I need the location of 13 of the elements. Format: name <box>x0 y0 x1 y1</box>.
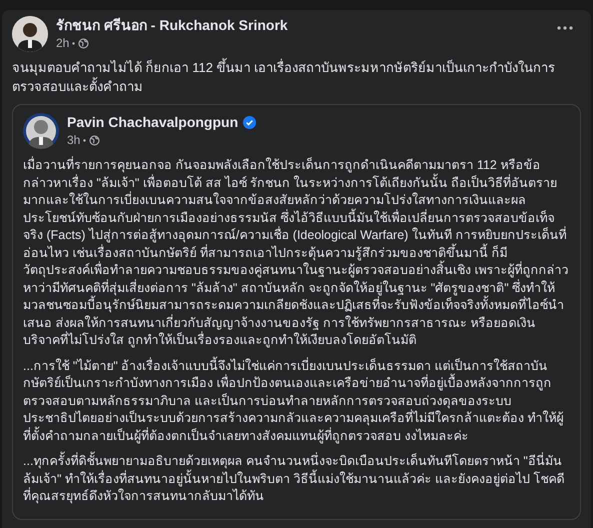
separator-dot-icon <box>83 138 86 142</box>
post-text: จนมุมตอบคำถามไม่ได้ ก็ยกเอา 112 ขึ้นมา เอาเรื่องสถาบันพระมหากษัตริย์มาเป็นเกาะกำบังในการตรวจสอบและตั้งคำถาม <box>12 58 556 96</box>
author-name[interactable]: รักชนก ศรีนอก - Rukchanok Srinork <box>56 16 549 34</box>
globe-icon <box>89 134 100 146</box>
author-name[interactable]: Pavin Chachavalpongpun <box>67 113 238 131</box>
post-paragraph: ...ทุกครั้งที่ดิชั้นพยายามอธิบายด้วยเหตุผล คนจำนวนหนึ่งจะบิดเบือนประเด็นทันทีโดยตราหน้า "อีนี่มันล้มเจ้า" ทำให้เรื่องที่สนทนาอยู่นั้นหายไปในพริบตา วิธีนี้แม่งใช้มานานแล้วค่ะ และยังคงอยู่ต่อไป โชคดีที่คุณสรยุทธ์ดึงหัวใจการสนทนากลับมาได้ทัน <box>23 453 570 506</box>
separator-dot-icon <box>72 42 76 44</box>
more-options-icon[interactable] <box>557 26 573 30</box>
post-paragraph: เมื่อวานที่รายการคุยนอกจอ กันจอมพลังเลือกใช้ประเด็นการถูกดำเนินคดีตามมาตรา 112 หรือข้อกล่าวหาเรื่อง "ล้มเจ้า" เพื่อตอบโต้ สส ไอซ์ รักชนก ในระหว่างการโต้เถียงกันนั้น ถือเป็นวิธีที่อันตรายมากและใช้ในการเบี่ยงเบนความสนใจจากข้อสงสัยหลักว่าด้วยความโปร่งใสทางการเงินและผลประโยชน์ทับซ้อนกับฝ่ายการเมืองอย่างธรรมนัส ซึ่งไอ้วิธีแบบนี้มันใช้เพื่อเปลี่ยนการตรวจสอบข้อเท็จจริง (Facts) ไปสู่การต่อสู้ทางอุดมการณ์/ความเชื่อ (Ideological Warfare) ในทันที การหยิบยกประเด็นที่อ่อนไหว เช่นเรื่องสถาบันกษัตริย์ ที่สามารถเอาไปกระตุ้นความรู้สึกร่วมของชาติขึ้นมานี้ ก็มีวัตถุประสงค์เพื่อทำลายความชอบธรรมของคู่สนทนาในฐานะผู้ตรวจสอบอย่างสิ้นเชิง เพราะผู้ที่ถูกกล่าวหาว่ามีทัศนคติที่สุ่มเสี่ยงต่อการ "ล้มล้าง" สถาบันหลัก จะถูกจัดให้อยู่ในฐานะ "ศัตรูของชาติ" ซึ่งทำให้มวลชนซอมบี้อนุรักษ์นิยมสามารถระดมความเกลียดชังและปฏิเสธที่จะรับฟังข้อเท็จจริงทั้งหมดที่ไอซ์นำเสนอ ส่งผลให้การสนทนาเกี่ยวกับสัญญาจ้างงานของรัฐ การใช้ทรัพยากรสาธารณะ หรือยอดเงินบริจาคที่ไม่โปร่งใส ถูกทำให้เป็นเรื่องรองและถูกทำให้เงียบลงโดยอัตโนมัติ <box>23 157 570 350</box>
globe-icon <box>78 38 90 48</box>
post-paragraph: ...การใช้ "ไม้ตาย" อ้างเรื่องเจ้าแบบนี้จึงไม่ใช่แค่การเบี่ยงเบนประเด็นธรรมดา แต่เป็นการใช้สถาบันกษัตริย์เป็นเกราะกำบังทางการเมือง เพื่อปกป้องตนเองและเครือข่ายอำนาจที่อยู่เบื้องหลังจากการถูกตรวจสอบตามหลักธรรมาภิบาล และเป็นการบ่อนทำลายหลักการตรวจสอบถ่วงดุลของระบบประชาธิปไตยอย่างเป็นระบบด้วยการสร้างความกลัวและความคลุมเครือที่ไม่มีใครกล้าแตะต้อง ทำให้ผู้ที่ตั้งคำถามกลายเป็นผู้ที่ต้องตกเป็นจำเลยทางสังคมแทนผู้ที่ถูกตรวจสอบ งงไหมละค่ะ <box>23 358 564 445</box>
post-time[interactable]: 3h <box>67 131 80 149</box>
post-time[interactable]: 2h <box>56 34 70 52</box>
